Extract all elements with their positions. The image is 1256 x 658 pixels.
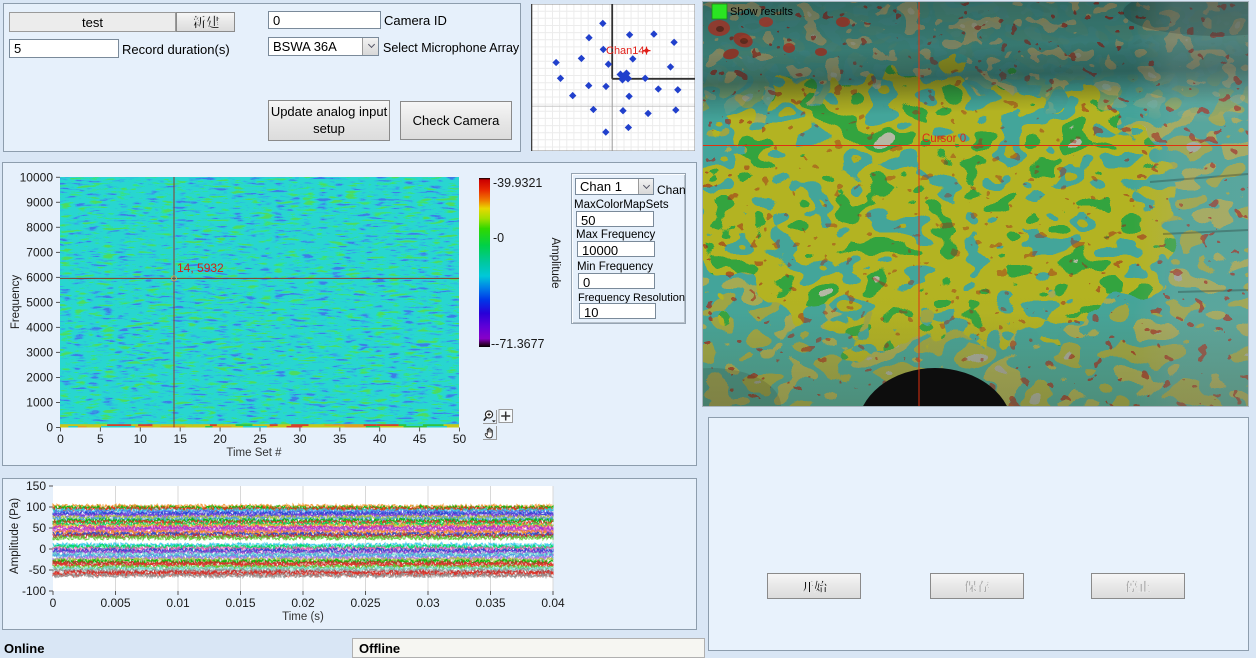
svg-text:Frequency: Frequency: [10, 275, 22, 330]
svg-text:--71.3677: --71.3677: [491, 337, 545, 351]
svg-text:35: 35: [333, 432, 347, 446]
svg-text:9000: 9000: [26, 195, 53, 209]
svg-text:25: 25: [253, 432, 267, 446]
svg-text:0: 0: [46, 421, 53, 435]
svg-text:15: 15: [174, 432, 188, 446]
svg-text:0.035: 0.035: [475, 596, 505, 610]
svg-text:20: 20: [213, 432, 227, 446]
svg-text:1000: 1000: [26, 396, 53, 410]
svg-text:14, 5932: 14, 5932: [177, 261, 224, 275]
svg-text:-39.9321: -39.9321: [493, 176, 542, 190]
svg-text:Amplitude: Amplitude: [549, 237, 561, 288]
svg-text:10000: 10000: [20, 170, 54, 184]
svg-text:Time (s): Time (s): [282, 611, 324, 623]
svg-text:30: 30: [293, 432, 307, 446]
svg-text:0.005: 0.005: [100, 596, 130, 610]
svg-text:4000: 4000: [26, 320, 53, 334]
svg-text:50: 50: [453, 432, 467, 446]
svg-text:2000: 2000: [26, 371, 53, 385]
svg-text:Show results: Show results: [730, 6, 793, 18]
svg-text:0: 0: [57, 432, 64, 446]
svg-text:0.04: 0.04: [541, 596, 565, 610]
svg-text:100: 100: [26, 500, 46, 514]
svg-text:0.01: 0.01: [166, 596, 190, 610]
svg-text:8000: 8000: [26, 220, 53, 234]
svg-text:0.015: 0.015: [225, 596, 255, 610]
svg-text:0: 0: [39, 542, 46, 556]
svg-text:3000: 3000: [26, 345, 53, 359]
svg-text:0.02: 0.02: [291, 596, 315, 610]
svg-text:150: 150: [26, 479, 46, 493]
svg-text:5: 5: [97, 432, 104, 446]
svg-text:7000: 7000: [26, 245, 53, 259]
svg-text:-100: -100: [22, 584, 46, 598]
svg-text:6000: 6000: [26, 270, 53, 284]
svg-text:5000: 5000: [26, 295, 53, 309]
svg-text:Cursor 0: Cursor 0: [922, 133, 966, 145]
svg-text:40: 40: [373, 432, 387, 446]
svg-text:50: 50: [33, 521, 47, 535]
svg-text:45: 45: [413, 432, 427, 446]
svg-text:-0: -0: [493, 231, 504, 245]
svg-text:Chan14: Chan14: [606, 45, 645, 57]
svg-text:10: 10: [134, 432, 148, 446]
svg-text:0.025: 0.025: [350, 596, 380, 610]
svg-text:Amplitude (Pa): Amplitude (Pa): [9, 498, 21, 574]
svg-text:0: 0: [50, 596, 57, 610]
svg-text:0.03: 0.03: [416, 596, 440, 610]
svg-text:-50: -50: [29, 563, 47, 577]
svg-text:Time Set #: Time Set #: [226, 447, 282, 459]
